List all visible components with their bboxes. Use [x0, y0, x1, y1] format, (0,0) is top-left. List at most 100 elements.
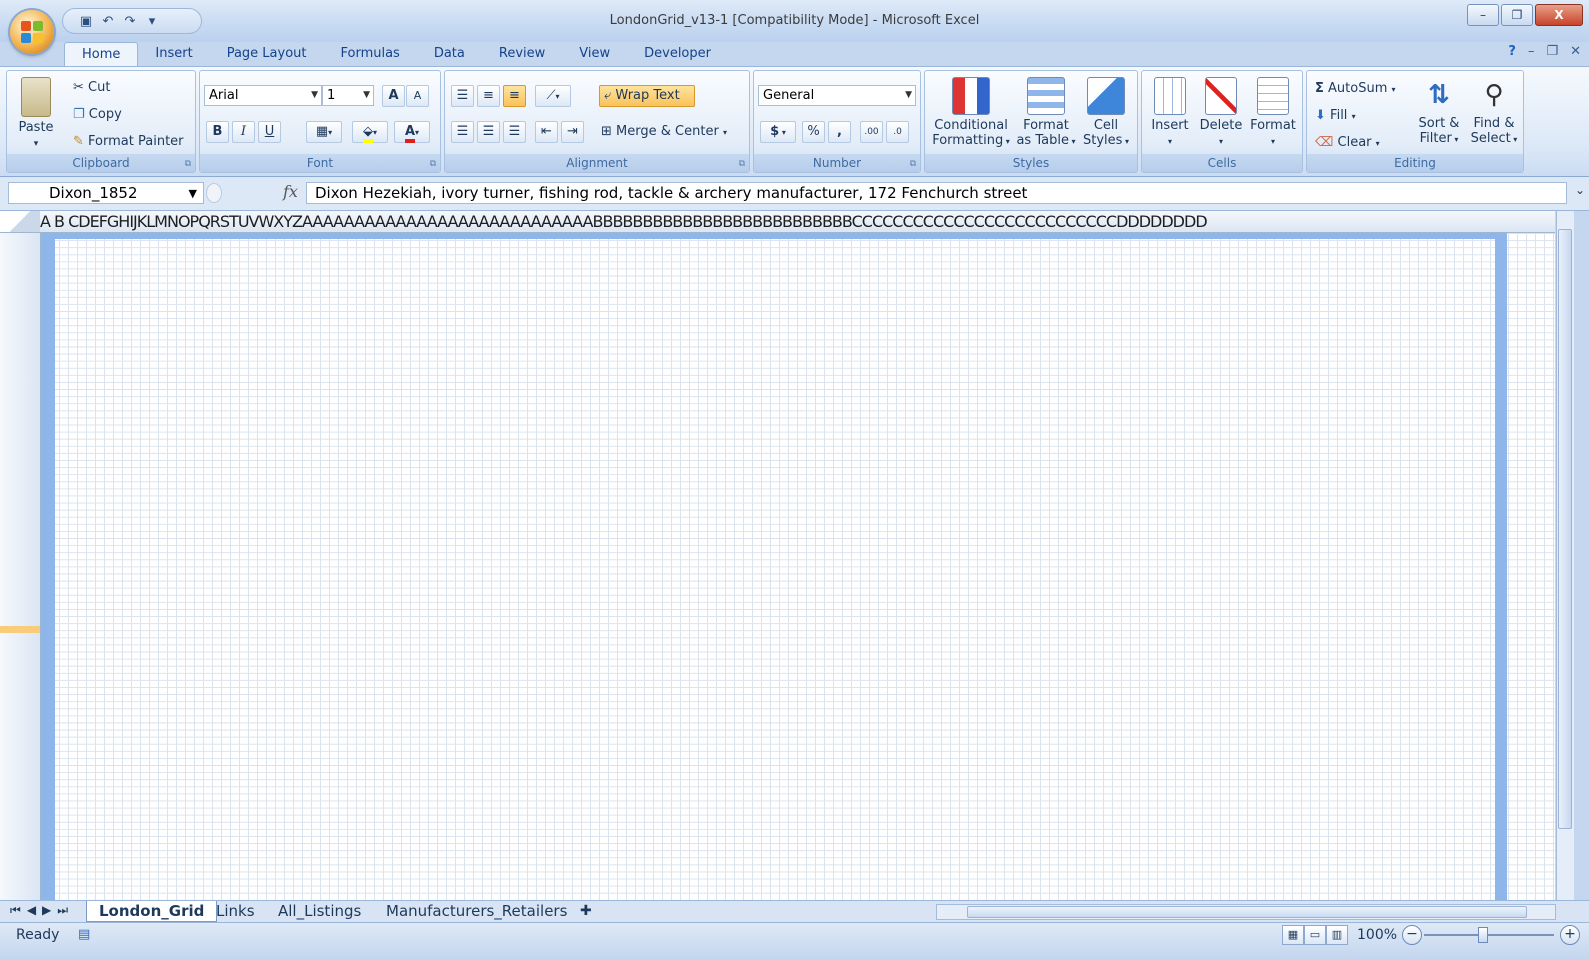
copy-button[interactable]: ❐ Copy — [73, 107, 122, 122]
sort-filter-button[interactable]: ⇅ Sort & Filter ▾ — [1413, 77, 1465, 147]
font-group: Arial ▼ 1 ▼ A A B I U ▦▾ ⬙▾ A▾ Font ⧉ — [199, 70, 441, 173]
sheet-tab-all-listings[interactable]: All_Listings — [266, 901, 373, 921]
merge-center-button[interactable]: ⊞ Merge & Center ▾ — [601, 124, 727, 139]
zoom-slider[interactable] — [1424, 934, 1554, 936]
format-cells-button[interactable]: Format ▾ — [1248, 77, 1298, 149]
dialog-launcher-icon[interactable]: ⧉ — [185, 159, 191, 169]
fill-button[interactable]: ⬇ Fill ▾ — [1315, 108, 1356, 123]
find-select-button[interactable]: ⚲ Find & Select ▾ — [1467, 77, 1521, 147]
column-letters[interactable]: A B CDEFGHIJKLMNOPQRSTUVWXYZAAAAAAAAAAAA… — [40, 212, 1208, 231]
vertical-scrollbar[interactable] — [1556, 211, 1574, 900]
decrease-indent-button[interactable]: ⇤ — [535, 121, 558, 143]
sheet-navigation[interactable]: ⏮◀▶⏭ — [10, 903, 74, 918]
eraser-icon: ⌫ — [1315, 135, 1334, 150]
cell-styles-button[interactable]: Cell Styles ▾ — [1079, 77, 1133, 149]
wrap-text-button[interactable]: ⤶ Wrap Text — [599, 85, 695, 107]
insert-sheet-icon[interactable]: ✚ — [568, 901, 604, 921]
fill-color-button[interactable]: ⬙▾ — [352, 121, 388, 143]
font-name-combo[interactable]: Arial ▼ — [204, 85, 322, 106]
comma-button[interactable]: , — [828, 121, 851, 143]
align-left-button[interactable]: ☰ — [451, 121, 474, 143]
clear-button[interactable]: ⌫ Clear ▾ — [1315, 135, 1380, 150]
name-box[interactable]: Dixon_1852 ▼ — [8, 182, 204, 204]
help-icon[interactable]: ? — [1508, 44, 1516, 59]
format-painter-button[interactable]: ✎ Format Painter — [73, 134, 184, 149]
percent-button[interactable]: % — [802, 121, 825, 143]
increase-decimal-button[interactable]: .00 — [860, 121, 883, 143]
worksheet-grid[interactable] — [41, 233, 1555, 900]
bold-button[interactable]: B — [206, 121, 229, 143]
increase-indent-button[interactable]: ⇥ — [561, 121, 584, 143]
tab-home[interactable]: Home — [64, 42, 139, 66]
sheet-tab-london-grid[interactable]: London_Grid — [86, 901, 218, 922]
next-sheet-icon[interactable]: ▶ — [42, 903, 57, 917]
workbook-controls: ? – ❐ ✕ — [1508, 44, 1581, 59]
decrease-decimal-button[interactable]: .0 — [886, 121, 909, 143]
orientation-button[interactable]: ⟋▾ — [535, 85, 571, 107]
dialog-launcher-icon[interactable]: ⧉ — [430, 159, 436, 169]
delete-cells-button[interactable]: Delete ▾ — [1196, 77, 1246, 149]
office-button[interactable] — [10, 10, 54, 54]
zoom-out-button[interactable]: − — [1402, 925, 1422, 945]
bottom-align-button[interactable]: ≡ — [503, 85, 526, 107]
macro-record-icon[interactable]: ▤ — [78, 927, 90, 942]
tab-page-layout[interactable]: Page Layout — [210, 42, 324, 66]
number-format-combo[interactable]: General ▼ — [758, 85, 916, 106]
grow-font-button[interactable]: A — [382, 85, 405, 107]
tab-review[interactable]: Review — [482, 42, 562, 66]
paste-button[interactable]: Paste ▾ — [15, 77, 57, 152]
underline-button[interactable]: U — [258, 121, 281, 143]
conditional-formatting-button[interactable]: Conditional Formatting ▾ — [929, 77, 1013, 149]
align-right-button[interactable]: ☰ — [503, 121, 526, 143]
fill-down-icon: ⬇ — [1315, 108, 1326, 123]
normal-view-button[interactable]: ▦ — [1282, 925, 1304, 945]
page-break-view-button[interactable]: ▥ — [1326, 925, 1348, 945]
top-align-button[interactable]: ☰ — [451, 85, 474, 107]
tab-view[interactable]: View — [562, 42, 627, 66]
column-headers[interactable]: A B CDEFGHIJKLMNOPQRSTUVWXYZAAAAAAAAAAAA… — [0, 211, 1555, 233]
autosum-button[interactable]: Σ AutoSum ▾ — [1315, 81, 1396, 96]
tab-data[interactable]: Data — [417, 42, 482, 66]
middle-align-button[interactable]: ≡ — [477, 85, 500, 107]
horizontal-scroll-thumb[interactable] — [967, 906, 1527, 918]
last-sheet-icon[interactable]: ⏭ — [57, 903, 74, 917]
zoom-level[interactable]: 100% — [1357, 927, 1397, 943]
font-size-combo[interactable]: 1 ▼ — [322, 85, 374, 106]
font-color-button[interactable]: A▾ — [394, 121, 430, 143]
selected-row-header[interactable] — [0, 626, 40, 633]
currency-button[interactable]: $ ▾ — [760, 121, 796, 143]
dialog-launcher-icon[interactable]: ⧉ — [739, 159, 745, 169]
workbook-restore-icon[interactable]: ❐ — [1546, 44, 1558, 59]
align-center-button[interactable]: ☰ — [477, 121, 500, 143]
insert-function-icon[interactable]: fx — [283, 182, 298, 201]
first-sheet-icon[interactable]: ⏮ — [10, 903, 27, 917]
cut-button[interactable]: ✂ Cut — [73, 80, 110, 95]
tab-formulas[interactable]: Formulas — [323, 42, 416, 66]
workbook-minimize-icon[interactable]: – — [1528, 44, 1535, 59]
minimize-button[interactable]: – — [1467, 4, 1499, 26]
horizontal-scrollbar[interactable] — [936, 904, 1556, 920]
zoom-in-button[interactable]: + — [1560, 925, 1580, 945]
insert-cells-button[interactable]: Insert ▾ — [1146, 77, 1194, 149]
prev-sheet-icon[interactable]: ◀ — [27, 903, 42, 917]
borders-button[interactable]: ▦▾ — [306, 121, 342, 143]
workbook-close-icon[interactable]: ✕ — [1570, 44, 1581, 59]
vertical-scroll-thumb[interactable] — [1558, 229, 1572, 829]
restore-button[interactable]: ❐ — [1501, 4, 1533, 26]
italic-button[interactable]: I — [232, 121, 255, 143]
page-layout-view-button[interactable]: ▭ — [1304, 925, 1326, 945]
select-all-button[interactable] — [0, 211, 40, 232]
sheet-tab-manufacturers-retailers[interactable]: Manufacturers_Retailers — [374, 901, 579, 921]
formula-bar-handle[interactable] — [206, 183, 222, 203]
dialog-launcher-icon[interactable]: ⧉ — [910, 159, 916, 169]
formula-input[interactable]: Dixon Hezekiah, ivory turner, fishing ro… — [306, 182, 1567, 204]
row-headers[interactable] — [0, 233, 41, 900]
close-button[interactable]: X — [1535, 4, 1583, 26]
shrink-font-button[interactable]: A — [406, 85, 429, 107]
expand-formula-bar-icon[interactable]: ⌄ — [1575, 183, 1585, 197]
format-as-table-button[interactable]: Format as Table ▾ — [1015, 77, 1077, 149]
tab-developer[interactable]: Developer — [627, 42, 728, 66]
tab-insert[interactable]: Insert — [138, 42, 209, 66]
zoom-slider-thumb[interactable] — [1478, 927, 1488, 943]
sheet-tab-links[interactable]: Links — [204, 901, 267, 921]
